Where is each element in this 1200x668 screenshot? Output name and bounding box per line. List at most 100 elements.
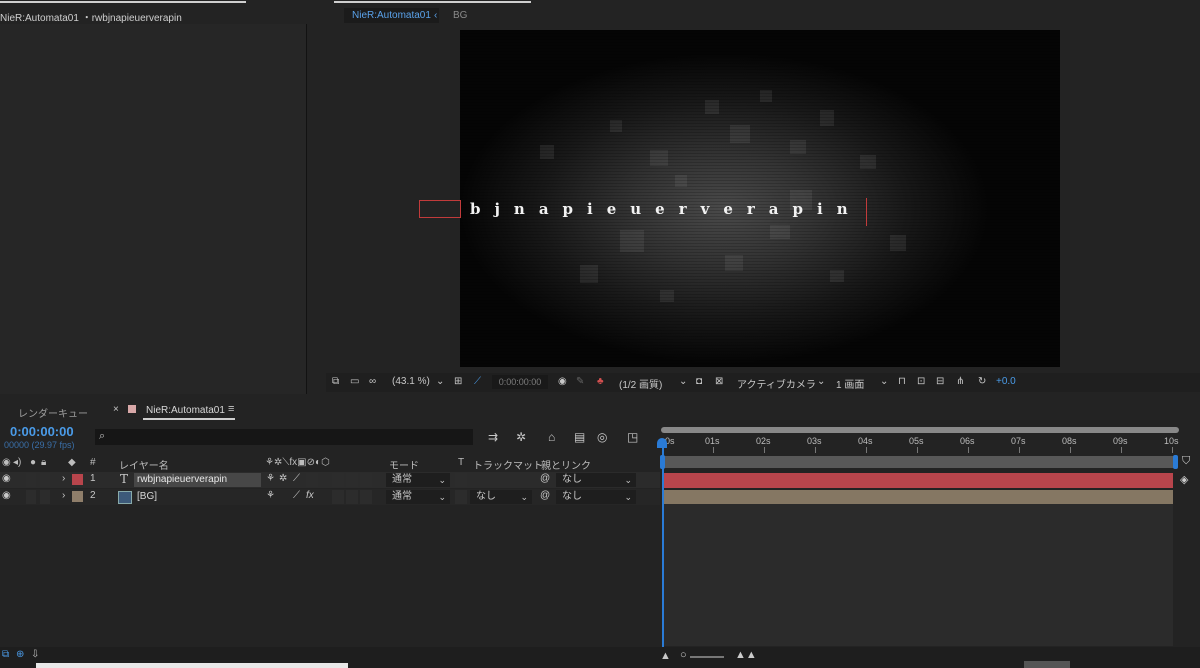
channel-icon[interactable]: ♣ [597,376,604,387]
layer-name[interactable]: [BG] [134,490,261,504]
view-layout-select[interactable]: 1 画面 [836,376,864,391]
effects-icon[interactable]: fx [306,490,314,501]
audio-icon[interactable]: ◂) [13,457,21,468]
t-header[interactable]: T [458,457,464,468]
panel-menu-icon[interactable]: ≡ [228,403,234,415]
audio-toggle[interactable] [26,490,36,504]
track-matte-header[interactable]: トラックマット [473,457,543,472]
layer-switches-toggle-icon[interactable]: ⧉ [2,649,9,660]
preserve-transparency-toggle[interactable] [455,473,467,487]
parent-select[interactable]: なし ⌄ [556,473,636,487]
zoom-in-icon[interactable]: ▲▲ [735,649,757,661]
project-panel-content[interactable] [0,24,307,394]
region-of-interest-icon[interactable]: ⟋ [474,376,481,387]
solo-toggle[interactable] [40,473,50,487]
switches-header-icon[interactable]: ⚘✲⟍fx▣⊘◐⬡ [265,457,330,468]
in-out-toggle-icon[interactable]: ⇩ [31,649,39,660]
monitor-icon[interactable]: ▭ [350,376,359,387]
transparency-grid-icon[interactable]: ⊠ [715,376,723,387]
fast-preview-icon[interactable]: ◘ [696,376,702,387]
close-icon[interactable]: × [113,404,119,415]
track-matte-select[interactable]: なし ⌄ [470,490,532,504]
composition-flowchart-icon[interactable]: ⇉ [488,430,498,444]
graph-editor-icon[interactable]: ◳ [627,430,638,444]
chevron-right-icon[interactable]: › [62,473,65,484]
chevron-down-icon[interactable]: ⌄ [817,376,825,387]
lock-icon[interactable]: 🔒︎ [41,457,46,468]
collapse-switch-icon[interactable]: ✲ [279,473,287,484]
quality-switch-icon[interactable]: ⟋ [293,490,300,501]
time-navigator-bar[interactable] [661,427,1179,433]
solo-icon[interactable]: ● [30,457,36,468]
zoom-select[interactable]: (43.1 %) [392,376,430,387]
label-icon[interactable]: ◆ [68,457,76,468]
chevron-down-icon[interactable]: ⌄ [436,376,444,387]
current-time-indicator[interactable] [662,443,664,647]
eye-icon[interactable]: ◉ [2,473,11,484]
show-snapshot-icon[interactable]: ✎ [576,376,584,387]
always-preview-icon[interactable]: ⧉ [332,376,339,387]
eye-icon[interactable]: ◉ [2,457,11,468]
render-preview-icon[interactable]: ⊡ [917,376,925,387]
parent-select[interactable]: なし ⌄ [556,490,636,504]
reset-exposure-icon[interactable]: ↻ [978,376,986,387]
timeline-track-area[interactable] [663,504,1173,646]
time-ruler[interactable]: 0s 01s 02s 03s 04s 05s 06s 07s 08s 09s 1… [661,425,1181,455]
layer-duration-bar[interactable] [663,490,1173,504]
audio-toggle[interactable] [26,473,36,487]
viewer-tab-nier-automata01[interactable]: NieR:Automata01 [344,8,439,23]
flowchart-icon[interactable]: ⋔ [956,376,964,387]
grid-icon[interactable]: ⊞ [454,376,462,387]
motion-blur-icon[interactable]: ◎ [597,430,607,444]
shy-switch-icon[interactable]: ⚘ [266,473,275,484]
composition-canvas[interactable]: bjnapieuerverapin [460,30,1060,367]
chevron-left-icon[interactable]: ‹ [434,8,437,23]
zoom-out-icon[interactable]: ▲ [660,650,671,662]
scroll-thumb[interactable] [1024,661,1070,668]
mask-icon[interactable]: ∞ [369,376,376,387]
work-area-bar[interactable] [660,455,1178,469]
camera-snapshot-icon[interactable]: ◉ [558,376,567,387]
tab-render-queue[interactable]: レンダーキュー [18,405,88,420]
timeline-link-icon[interactable]: ⊟ [936,376,944,387]
text-bounding-box[interactable] [419,200,461,218]
layer-duration-bar[interactable] [663,473,1173,488]
layer-name-header[interactable]: レイヤー名 [119,457,169,472]
solo-toggle[interactable] [40,490,50,504]
mode-select[interactable]: 通常 ⌄ [386,490,450,504]
layer-label-color[interactable] [72,491,83,502]
viewer-tab-bg[interactable]: BG [453,8,467,23]
3d-draft-icon[interactable]: ✲ [516,430,526,444]
chevron-down-icon[interactable]: ⌄ [679,376,687,387]
horizontal-scrollbar[interactable] [36,663,348,668]
mode-select[interactable]: 通常 ⌄ [386,473,450,487]
comp-marker-bin-icon[interactable]: ⛉ [1182,455,1190,468]
frame-blending-icon[interactable]: ▤ [574,430,585,444]
zoom-slider-handle[interactable]: ○ [680,649,687,661]
resolution-select[interactable]: (1/2 画質) [619,376,662,391]
toggle-pixel-aspect-icon[interactable]: ⊓ [898,376,906,387]
viewer-timecode[interactable]: 0:00:00:00 [492,375,548,389]
keyframe-navigator-icon[interactable]: ◈ [1180,473,1188,486]
chevron-down-icon[interactable]: ⌄ [880,376,888,387]
chevron-right-icon[interactable]: › [62,490,65,501]
composition-text-layer[interactable]: bjnapieuerverapin [470,200,862,218]
layer-row[interactable]: ◉ › 2 [BG] ⚘ ⟋ fx 通常 ⌄ なし ⌄ @ なし ⌄ [0,489,660,505]
layer-label-color[interactable] [72,474,83,485]
camera-select[interactable]: アクティブカメラ [737,376,816,391]
layer-search-input[interactable]: ⌕ [95,429,473,445]
shy-switch-icon[interactable]: ⚘ [266,490,275,501]
tab-nier-automata01[interactable]: NieR:Automata01 [146,405,225,416]
work-area-end-handle[interactable] [1173,455,1178,469]
quality-switch-icon[interactable]: ⟋ [293,473,300,484]
zoom-slider-track[interactable] [690,656,724,658]
mode-header[interactable]: モード [389,457,419,472]
exposure-value[interactable]: +0.0 [996,376,1016,387]
layer-number-header[interactable]: # [90,457,96,468]
layer-row[interactable]: ◉ › 1 T rwbjnapieuerverapin ⚘ ✲ ⟋ 通常 ⌄ @ … [0,472,660,488]
eye-icon[interactable]: ◉ [2,490,11,501]
transfer-controls-toggle-icon[interactable]: ⊕ [16,649,24,660]
preserve-transparency-toggle[interactable] [455,490,467,504]
current-time-display[interactable]: 0:00:00:00 [10,424,74,439]
shy-layers-icon[interactable]: ⌂ [548,430,555,444]
